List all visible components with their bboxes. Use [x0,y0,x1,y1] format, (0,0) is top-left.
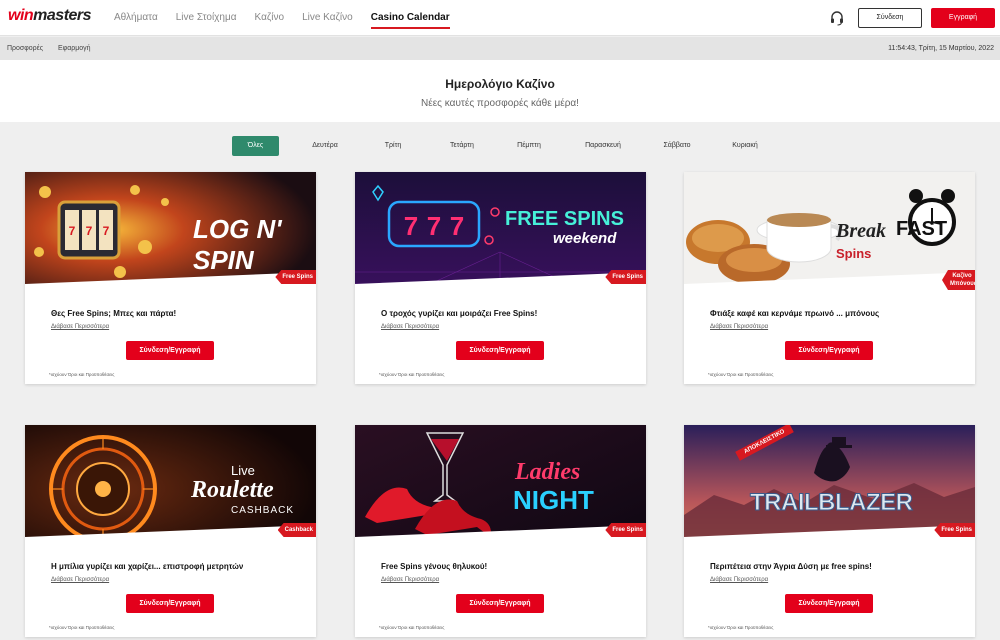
promo-art-title-2: FAST [896,218,948,240]
read-more-link[interactable]: Διάβασε Περισσότερα [51,577,109,583]
promo-art-subtitle: weekend [553,230,617,247]
svg-text:7: 7 [427,211,441,241]
svg-text:7: 7 [450,211,464,241]
svg-text:7: 7 [86,224,93,238]
promo-art-title: LOG N' SPIN [193,214,282,275]
read-more-link[interactable]: Διάβασε Περισσότερα [51,324,109,330]
login-register-button[interactable]: Σύνδεση/Εγγραφή [456,594,544,613]
terms-note: *ισχύουν Όροι και Προϋποθέσεις [379,625,445,630]
promo-art-title: Ladies [515,459,581,485]
page-subtitle: Νέες καυτές προσφορές κάθε μέρα! [421,98,579,109]
promo-art-title: Break [836,220,886,242]
promo-card-ladies-night: Ladies NIGHT Free Spins Free Spins γένου… [355,425,646,637]
terms-note: *ισχύουν Όροι και Προϋποθέσεις [49,372,115,377]
promo-title: Περιπέτεια στην Άγρια Δύση με free spins… [710,562,872,571]
svg-text:7: 7 [103,224,110,238]
promo-art-title: TRAILBLAZER [749,489,913,517]
nav-item-casino-calendar[interactable]: Casino Calendar [370,0,450,36]
promo-card-log-n-spin: 7 7 7 LOG N' SPIN Free Spins Θες Free Sp… [25,172,316,384]
tab-all[interactable]: Όλες [232,136,279,156]
promo-badge: Free Spins [934,523,975,537]
read-more-link[interactable]: Διάβασε Περισσότερα [381,577,439,583]
page-header: Ημερολόγιο Καζίνο Νέες καυτές προσφορές … [0,60,1000,122]
nav-item-casino[interactable]: Καζίνο [255,0,285,36]
sub-nav: Προσφορές Εφαρμογή 11:54:43, Τρίτη, 15 Μ… [0,37,1000,60]
promo-art-title-prefix: Live [231,463,255,478]
svg-text:7: 7 [69,224,76,238]
promo-art-title: FREE SPINS [505,208,624,230]
nav-item-live-casino[interactable]: Live Καζίνο [302,0,353,36]
headset-icon[interactable] [829,10,845,26]
page-title: Ημερολόγιο Καζίνο [445,77,555,91]
tab-saturday[interactable]: Σάββατο [654,136,700,156]
promo-title: Ο τροχός γυρίζει και μοιράζει Free Spins… [381,309,538,318]
terms-note: *ισχύουν Όροι και Προϋποθέσεις [708,625,774,630]
terms-note: *ισχύουν Όροι και Προϋποθέσεις [379,372,445,377]
promo-card-breakfast-spins: Break FAST Spins Καζίνο Μπόνους Φτιάξε κ… [684,172,975,384]
main-nav: Αθλήματα Live Στοίχημα Καζίνο Live Καζίν… [114,0,450,36]
promo-card-trailblazer: ΑΠΟΚΛΕΙΣΤΙΚΟ TRAILBLAZER Free Spins Περι… [684,425,975,637]
promo-title: Η μπίλια γυρίζει και χαρίζει... επιστροφ… [51,562,244,571]
read-more-link[interactable]: Διάβασε Περισσότερα [710,577,768,583]
promo-art-subtitle: NIGHT [513,485,594,515]
tab-sunday[interactable]: Κυριακή [724,136,766,156]
login-register-button[interactable]: Σύνδεση/Εγγραφή [785,341,873,360]
register-button[interactable]: Εγγραφή [931,8,995,28]
promo-art-subtitle: CASHBACK [231,505,295,516]
tab-friday[interactable]: Παρασκευή [578,136,628,156]
promo-badge: Free Spins [275,270,316,284]
read-more-link[interactable]: Διάβασε Περισσότερα [381,324,439,330]
login-register-button[interactable]: Σύνδεση/Εγγραφή [456,341,544,360]
subnav-link-app[interactable]: Εφαρμογή [58,37,91,60]
login-register-button[interactable]: Σύνδεση/Εγγραφή [785,594,873,613]
nav-item-sports[interactable]: Αθλήματα [114,0,158,36]
tab-monday[interactable]: Δευτέρα [300,136,350,156]
terms-note: *ισχύουν Όροι και Προϋποθέσεις [708,372,774,377]
promo-art-title: Roulette [191,477,274,503]
promo-badge: Καζίνο Μπόνους [942,270,975,290]
login-button[interactable]: Σύνδεση [858,8,922,28]
datetime-display: 11:54:43, Τρίτη, 15 Μαρτίου, 2022 [888,45,994,52]
terms-note: *ισχύουν Όροι και Προϋποθέσεις [49,625,115,630]
top-nav: winmasters Αθλήματα Live Στοίχημα Καζίνο… [0,0,1000,36]
promo-title: Θες Free Spins; Μπες και πάρτα! [51,309,177,318]
nav-item-live-betting[interactable]: Live Στοίχημα [176,0,237,36]
promo-badge: Free Spins [605,270,646,284]
subnav-link-offers[interactable]: Προσφορές [7,37,43,60]
svg-text:7: 7 [404,211,418,241]
promo-title: Φτιάξε καφέ και κερνάμε πρωινό ... μπόνο… [710,309,880,318]
promo-card-free-spins-weekend: 7 7 7 FREE SPINS weekend Free Spins Ο τρ… [355,172,646,384]
login-register-button[interactable]: Σύνδεση/Εγγραφή [126,341,214,360]
promo-badge: Free Spins [605,523,646,537]
login-register-button[interactable]: Σύνδεση/Εγγραφή [126,594,214,613]
promo-badge: Cashback [277,523,316,537]
promo-title: Free Spins γένους θηλυκού! [381,562,488,571]
read-more-link[interactable]: Διάβασε Περισσότερα [710,324,768,330]
promo-card-live-roulette-cashback: Live Roulette CASHBACK Cashback Η μπίλια… [25,425,316,637]
winmasters-logo[interactable]: winmasters [8,7,92,25]
tab-wednesday[interactable]: Τετάρτη [438,136,486,156]
promo-art-subtitle: Spins [836,246,872,261]
tab-thursday[interactable]: Πέμπτη [508,136,550,156]
tab-tuesday[interactable]: Τρίτη [372,136,414,156]
